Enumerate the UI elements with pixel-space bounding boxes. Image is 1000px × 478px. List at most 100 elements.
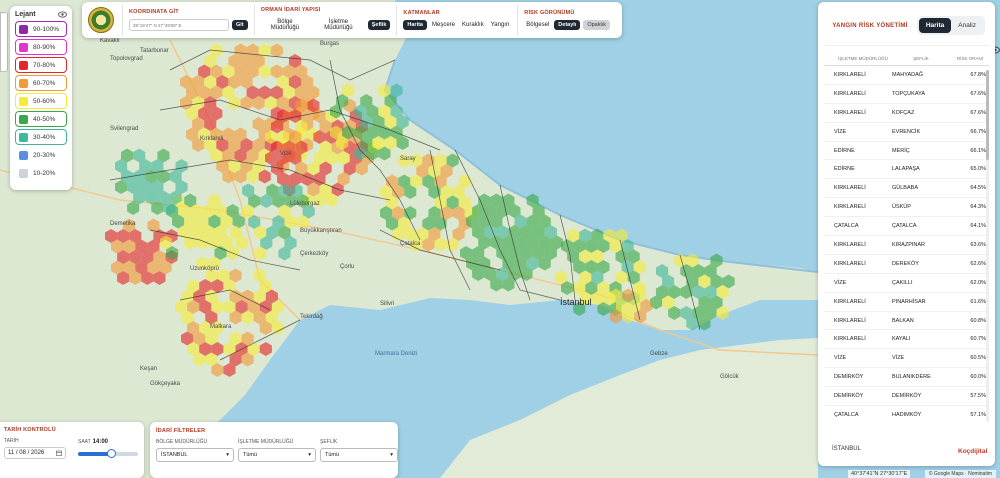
table-row[interactable]: KIRKLARELİ KOFÇAZ 67.6% <box>824 104 989 123</box>
cell-directorate: KIRKLARELİ <box>834 260 866 267</box>
cell-directorate: KIRKLARELİ <box>834 185 866 192</box>
risk-opacity-button[interactable]: Opaklık <box>583 20 610 30</box>
legend-item[interactable]: 90-100% <box>15 21 67 37</box>
layer-drought-button[interactable]: Kuraklık <box>460 20 486 30</box>
region-select[interactable]: İSTANBUL ▾ <box>156 448 234 462</box>
table-row[interactable]: KIRKLARELİ DEREKÖY 62.6% <box>824 255 989 274</box>
table-row[interactable]: EDİRNE LALAPAŞA 65.0% <box>824 160 989 180</box>
cell-chief: VİZE <box>892 355 905 362</box>
cell-risk: 66.1% <box>970 147 986 154</box>
org-directorate-button[interactable]: İşletme Müdürlüğü <box>312 17 365 33</box>
table-row[interactable]: VİZE ÇAKILLI 62.0% <box>824 274 989 293</box>
cell-risk: 61.6% <box>970 298 986 305</box>
legend-item[interactable]: 60-70% <box>15 75 67 91</box>
table-row[interactable]: EDİRNE MERİÇ 66.1% <box>824 142 989 161</box>
panel-title: YANGIN RİSK YÖNETİMİ <box>832 22 908 29</box>
legend-item[interactable]: 40-50% <box>15 111 67 127</box>
table-row[interactable]: VİZE VİZE 60.5% <box>824 349 989 369</box>
org-regional-button[interactable]: Bölge Müdürlüğü <box>261 17 310 33</box>
chevron-down-icon: ▾ <box>390 452 393 458</box>
cell-chief: EVRENCİK <box>892 128 921 135</box>
cell-risk: 65.0% <box>970 166 986 173</box>
place-label: Demetika <box>110 221 136 227</box>
table-row[interactable]: KIRKLARELİ BALKAN 60.8% <box>824 312 989 331</box>
risk-view-section: RİSK GÖRÜNÜMÜ Bölgesel Detaylı Opaklık <box>517 5 616 35</box>
layer-map-button[interactable]: Harita <box>403 20 427 30</box>
table-row[interactable]: KIRKLARELİ TOPÇUKAYA 67.6% <box>824 85 989 104</box>
table-row[interactable]: ÇATALCA HADIMKÖY 57.1% <box>824 406 989 418</box>
cell-risk: 57.5% <box>970 393 986 400</box>
cell-chief: TOPÇUKAYA <box>892 90 926 97</box>
layer-stand-button[interactable]: Meşcere <box>430 20 457 30</box>
tab-analysis[interactable]: Analiz <box>951 18 983 33</box>
legend-swatch <box>19 78 28 88</box>
cell-chief: KAYALI <box>892 336 911 343</box>
table-row[interactable]: KIRKLARELİ KAYALI 60.7% <box>824 330 989 350</box>
cell-directorate: KIRKLARELİ <box>834 336 866 343</box>
legend-label: 80-90% <box>33 43 56 51</box>
filters-title: İDARİ FİLTRELER <box>156 428 206 434</box>
table-row[interactable]: KIRKLARELİ GÜLBABA 64.5% <box>824 179 989 199</box>
cell-directorate: DEMİRKÖY <box>834 393 864 400</box>
chief-select[interactable]: Tümü ▾ <box>320 448 398 462</box>
legend-item[interactable]: 80-90% <box>15 39 67 55</box>
view-toggle: Harita Analiz <box>916 16 985 35</box>
table-row[interactable]: KIRKLARELİ PINARHİSAR 61.6% <box>824 293 989 312</box>
table-row[interactable]: KIRKLARELİ MAHYADAĞ 67.8% <box>824 66 989 85</box>
coordinate-label: KOORDINATA GİT <box>129 9 179 15</box>
legend-item[interactable]: 10-20% <box>15 165 67 181</box>
table-row[interactable]: VİZE EVRENCİK 66.7% <box>824 123 989 142</box>
coordinate-input[interactable] <box>129 19 229 31</box>
place-label: Topolovgrad <box>110 56 143 62</box>
table-row[interactable]: ÇATALCA ÇATALCA 64.1% <box>824 217 989 237</box>
place-label: Uzunköprü <box>190 266 219 272</box>
risk-regional-button[interactable]: Bölgesel <box>524 20 551 30</box>
legend-items: 90-100% 80-90% 70-80% 60-70% 50-60% 40-50% 30-… <box>15 21 67 181</box>
legend-label: 50-60% <box>33 97 56 105</box>
time-value: 14:00 <box>92 439 109 445</box>
legend-item[interactable]: 50-60% <box>15 93 67 109</box>
layer-fire-button[interactable]: Yangın <box>489 20 512 30</box>
scrollbar-thumb[interactable] <box>986 70 989 160</box>
place-label: Büyükkarıştıran <box>300 228 342 234</box>
risk-detailed-button[interactable]: Detaylı <box>554 20 581 30</box>
cell-chief: PINARHİSAR <box>892 298 926 305</box>
col-header-chief[interactable]: ŞEFLİK <box>892 56 950 62</box>
map-attribution: © Google Maps · Nominatim <box>924 470 996 478</box>
table-row[interactable]: KIRKLARELİ KIRAZPINAR 63.6% <box>824 236 989 255</box>
admin-filters-panel: İDARİ FİLTRELER BÖLGE MÜDÜRLÜĞÜ İSTANBUL… <box>150 422 398 478</box>
chevron-down-icon: ▾ <box>308 452 311 458</box>
cell-risk: 67.6% <box>970 90 986 97</box>
place-label: Çerkezköy <box>300 251 328 257</box>
cell-chief: MERİÇ <box>892 147 910 154</box>
tab-map[interactable]: Harita <box>918 18 952 33</box>
calendar-icon <box>56 450 62 456</box>
table-row[interactable]: KIRKLARELİ ÜSKÜP 64.3% <box>824 198 989 218</box>
date-control-panel: TARİH KONTROLÜ TARİH 11 / 08 / 2026 SAAT… <box>0 422 144 478</box>
date-input[interactable]: 11 / 08 / 2026 <box>4 447 66 459</box>
coordinate-go-button[interactable]: Git <box>232 20 248 30</box>
table-scrollbar[interactable] <box>986 70 989 422</box>
cell-directorate: KIRKLARELİ <box>834 90 866 97</box>
legend-item[interactable]: 20-30% <box>15 147 67 163</box>
map-side-controls[interactable] <box>0 12 8 72</box>
place-label: Svilengrad <box>110 126 138 132</box>
slider-handle[interactable] <box>106 449 116 458</box>
cell-directorate: KIRKLARELİ <box>834 298 866 305</box>
eye-icon[interactable] <box>58 11 67 18</box>
date-label: TARİH <box>4 438 19 444</box>
risk-table-body: KIRKLARELİ MAHYADAĞ 67.8% KIRKLARELİ TOPÇUKA… <box>824 66 989 418</box>
cell-chief: GÜLBABA <box>892 185 918 192</box>
col-header-risk[interactable]: RİSK ORANI <box>950 56 990 62</box>
col-header-directorate[interactable]: İŞLETME MÜDÜRLÜĞÜ <box>834 56 892 62</box>
table-row[interactable]: DEMİRKÖY BULANIKDERE 60.0% <box>824 368 989 388</box>
cell-risk: 57.1% <box>970 411 986 418</box>
legend-item[interactable]: 30-40% <box>15 129 67 145</box>
legend-item[interactable]: 70-80% <box>15 57 67 73</box>
cell-risk: 64.1% <box>970 223 986 230</box>
cell-directorate: EDİRNE <box>834 147 855 154</box>
org-chief-button[interactable]: Şeflik <box>367 20 391 30</box>
table-row[interactable]: DEMİRKÖY DEMİRKÖY 57.5% <box>824 387 989 407</box>
directorate-select[interactable]: Tümü ▾ <box>238 448 316 462</box>
time-slider[interactable] <box>78 449 138 458</box>
